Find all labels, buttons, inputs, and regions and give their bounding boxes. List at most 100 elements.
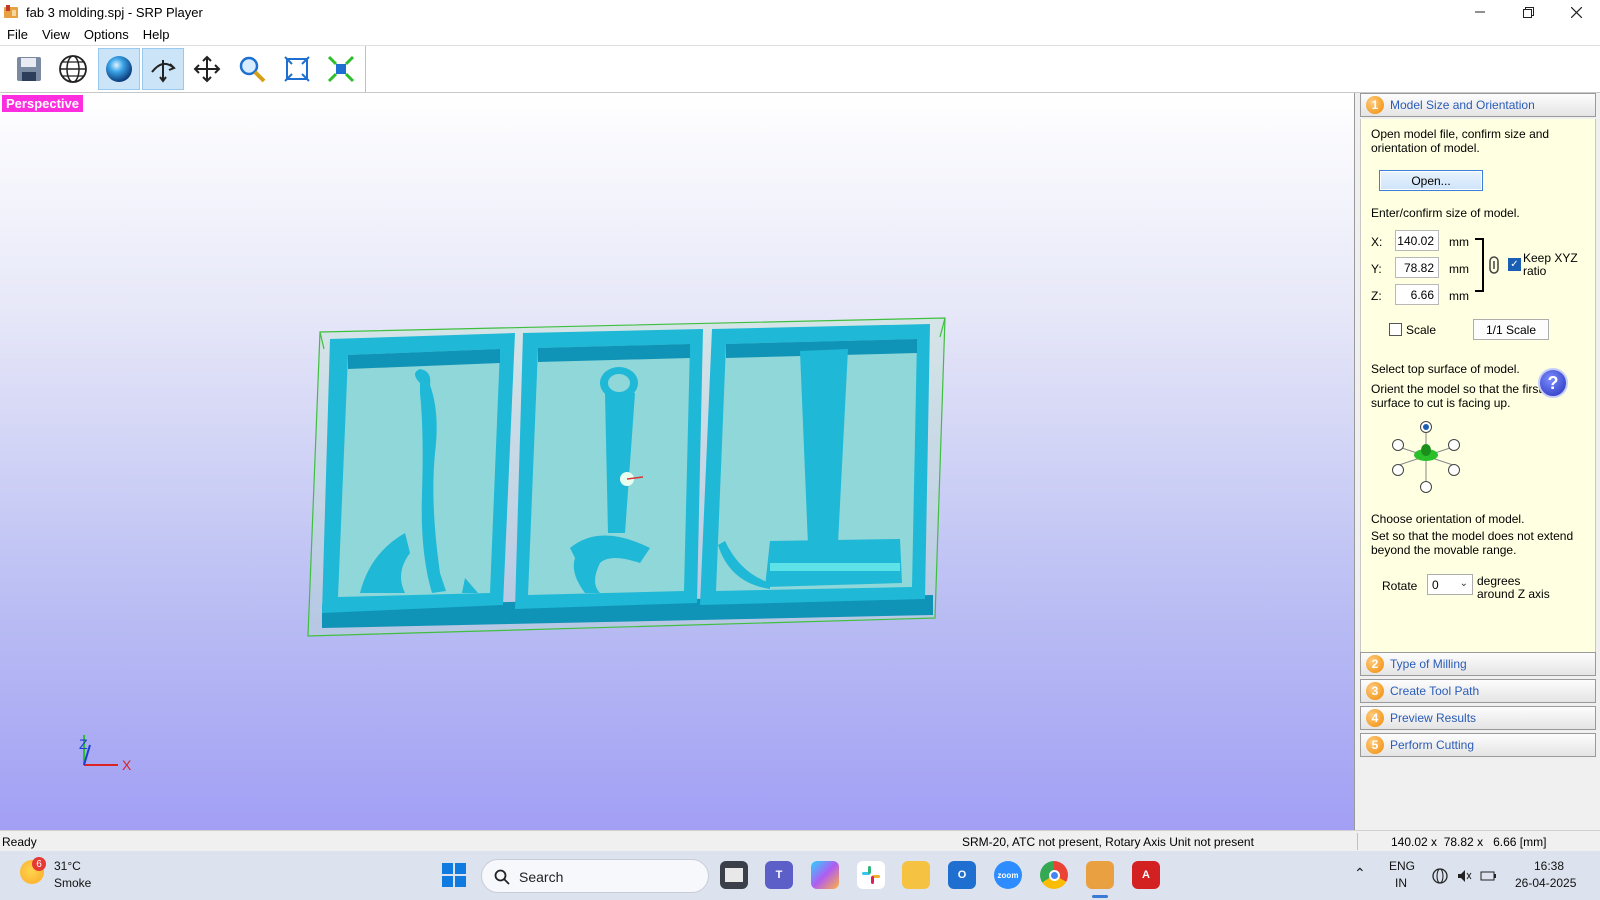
minimize-button[interactable] xyxy=(1456,0,1504,24)
step-1-number: 1 xyxy=(1366,96,1384,114)
weather-temp[interactable]: 31°C xyxy=(54,859,81,873)
menu-bar: File View Options Help xyxy=(0,24,1600,45)
ratio-bracket-icon xyxy=(1475,238,1499,292)
search-icon xyxy=(494,869,510,885)
orientation-radio-upper-left[interactable] xyxy=(1392,439,1404,451)
fit-all-icon xyxy=(327,55,355,83)
menu-view[interactable]: View xyxy=(35,27,77,42)
step-3-header[interactable]: 3 Create Tool Path xyxy=(1360,679,1596,703)
taskbar-search[interactable]: Search xyxy=(481,859,709,893)
scale-checkbox[interactable] xyxy=(1389,323,1402,336)
step-1-header[interactable]: 1 Model Size and Orientation xyxy=(1360,93,1596,117)
y-label: Y: xyxy=(1371,262,1382,276)
status-machine: SRM-20, ATC not present, Rotary Axis Uni… xyxy=(962,835,1254,849)
file-explorer-button[interactable] xyxy=(902,861,930,889)
restore-button[interactable] xyxy=(1504,0,1552,24)
orientation-radio-bottom[interactable] xyxy=(1420,481,1432,493)
keep-ratio-label-line1: Keep XYZ xyxy=(1523,251,1578,265)
start-button[interactable] xyxy=(440,861,468,889)
language-line1[interactable]: ENG xyxy=(1389,859,1415,873)
z-label: Z: xyxy=(1371,289,1382,303)
task-view-button[interactable] xyxy=(720,861,748,889)
shaded-sphere-icon xyxy=(106,56,132,82)
close-button[interactable] xyxy=(1552,0,1600,24)
wizard-panel: 1 Model Size and Orientation Open model … xyxy=(1357,93,1600,830)
one-to-one-scale-button[interactable]: 1/1 Scale xyxy=(1473,319,1549,340)
step-4-header[interactable]: 4 Preview Results xyxy=(1360,706,1596,730)
clock-date[interactable]: 26-04-2025 xyxy=(1515,876,1576,890)
axis-x-label: X xyxy=(122,757,132,773)
menu-file[interactable]: File xyxy=(0,27,35,42)
orientation-radio-top[interactable] xyxy=(1420,421,1432,433)
clock-time[interactable]: 16:38 xyxy=(1534,859,1564,873)
shaded-button[interactable] xyxy=(98,48,140,90)
weather-badge: 6 xyxy=(32,857,46,871)
step-3-number: 3 xyxy=(1366,682,1384,700)
menu-help[interactable]: Help xyxy=(136,27,177,42)
top-surface-text-line2: surface to cut is facing up. xyxy=(1371,396,1511,410)
wireframe-button[interactable] xyxy=(52,48,94,90)
outlook-button[interactable]: O xyxy=(948,861,976,889)
chrome-button[interactable] xyxy=(1040,861,1068,889)
status-separator xyxy=(1357,833,1358,850)
orientation-radio-lower-left[interactable] xyxy=(1392,464,1404,476)
zoom-icon: zoom xyxy=(997,870,1019,880)
zoom-app-button[interactable]: zoom xyxy=(994,861,1022,889)
zoom-button[interactable] xyxy=(231,48,273,90)
x-label: X: xyxy=(1371,235,1383,249)
chevron-down-icon: ⌄ xyxy=(1459,578,1468,589)
rotate-view-button[interactable] xyxy=(142,48,184,90)
pan-button[interactable] xyxy=(186,48,228,90)
orientation-radio-upper-right[interactable] xyxy=(1448,439,1460,451)
orientation-heading: Choose orientation of model. xyxy=(1371,512,1525,526)
step-1-label: Model Size and Orientation xyxy=(1390,98,1535,112)
step-2-header[interactable]: 2 Type of Milling xyxy=(1360,652,1596,676)
fit-to-window-icon xyxy=(284,56,310,82)
volume-muted-icon[interactable] xyxy=(1456,868,1472,884)
orientation-radio-lower-right[interactable] xyxy=(1448,464,1460,476)
taskbar: 6 31°C Smoke Search T O zoom A ⌃ ENG IN … xyxy=(0,851,1600,900)
battery-icon[interactable] xyxy=(1480,868,1498,884)
status-dimensions: 140.02 x 78.82 x 6.66 [mm] xyxy=(1391,835,1547,849)
fit-all-button[interactable] xyxy=(320,48,362,90)
step-5-header[interactable]: 5 Perform Cutting xyxy=(1360,733,1596,757)
help-button[interactable]: ? xyxy=(1538,368,1568,398)
srp-player-taskbar-button[interactable] xyxy=(1086,861,1114,889)
teams-button[interactable]: T xyxy=(765,861,793,889)
rotate-select-value: 0 xyxy=(1432,578,1439,592)
step-1-body: Open model file, confirm size and orient… xyxy=(1360,119,1596,653)
open-button[interactable]: Open... xyxy=(1379,170,1483,191)
fit-to-window-button[interactable] xyxy=(276,48,318,90)
rotate-unit-line1: degrees xyxy=(1477,574,1521,588)
copilot-button[interactable] xyxy=(811,861,839,889)
axis-z-label: Z xyxy=(79,736,88,752)
close-icon xyxy=(1570,6,1582,18)
save-button[interactable] xyxy=(8,48,50,90)
status-bar: Ready SRM-20, ATC not present, Rotary Ax… xyxy=(0,830,1600,851)
weather-desc[interactable]: Smoke xyxy=(54,876,91,890)
adobe-acrobat-button[interactable]: A xyxy=(1132,861,1160,889)
menu-options[interactable]: Options xyxy=(77,27,136,42)
x-size-field[interactable]: 140.02 xyxy=(1395,230,1439,251)
task-view-icon xyxy=(725,868,743,882)
orientation-text-line2: beyond the movable range. xyxy=(1371,543,1517,557)
intro-text-line1: Open model file, confirm size and xyxy=(1371,127,1550,141)
slack-button[interactable] xyxy=(857,861,885,889)
keep-ratio-checkbox[interactable]: ✓ xyxy=(1508,258,1521,271)
scale-label: Scale xyxy=(1406,323,1437,337)
teams-icon: T xyxy=(775,869,783,881)
active-app-indicator xyxy=(1092,895,1108,898)
language-line2[interactable]: IN xyxy=(1395,876,1407,890)
z-size-field[interactable]: 6.66 xyxy=(1395,284,1439,305)
rotate-select[interactable]: 0 ⌄ xyxy=(1427,574,1473,595)
search-label: Search xyxy=(519,869,564,885)
step-4-number: 4 xyxy=(1366,709,1384,727)
tray-overflow-chevron-icon[interactable]: ⌃ xyxy=(1354,865,1366,882)
keep-ratio-label-line2: ratio xyxy=(1523,264,1547,278)
window-title: fab 3 molding.spj - SRP Player xyxy=(26,4,203,20)
y-size-field[interactable]: 78.82 xyxy=(1395,257,1439,278)
3d-viewport[interactable]: Perspective Z X xyxy=(0,93,1355,830)
save-icon xyxy=(17,57,41,81)
step-4-label: Preview Results xyxy=(1390,711,1477,725)
network-icon[interactable] xyxy=(1432,868,1448,884)
